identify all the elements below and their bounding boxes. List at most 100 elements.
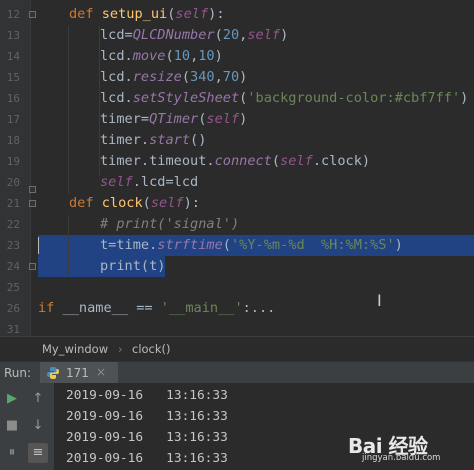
code-text: self.lcd=lcd [100, 172, 198, 193]
code-token: 20 [222, 27, 240, 43]
code-token: setStyleSheet [132, 90, 240, 106]
code-line[interactable]: 21 def clock(self): [0, 193, 474, 214]
code-line[interactable]: 12 def setup_ui(self): [0, 4, 474, 25]
code-token: self [100, 174, 133, 190]
code-token: QLCDNumber [132, 27, 215, 43]
code-token: def [69, 195, 102, 211]
code-token: ) [280, 27, 289, 43]
code-line[interactable]: 18 timer.start() [0, 130, 474, 151]
code-line[interactable]: 31 [0, 319, 474, 336]
close-tab-icon[interactable]: × [96, 365, 106, 379]
run-tab[interactable]: 171 × [40, 362, 118, 384]
code-token: () [190, 132, 207, 148]
code-token: clock [101, 195, 143, 211]
code-line[interactable]: 15 lcd.resize(340,70) [0, 67, 474, 88]
code-editor[interactable]: 12 def setup_ui(self): 13 lcd=QLCDNumber(20… [0, 0, 474, 336]
pause-icon[interactable]: ⏸ [2, 443, 22, 463]
code-token: ( [165, 48, 174, 64]
code-token: timer.timeout. [100, 153, 215, 169]
code-token: '%Y-%m-%d %H:%M:%S' [230, 237, 395, 253]
code-token: def [69, 6, 102, 22]
code-text: timer=QTimer(self) [100, 109, 247, 130]
line-number: 16 [6, 92, 20, 105]
line-number: 25 [6, 281, 20, 294]
console-output-line: 2019-09-16 13:16:33 [66, 430, 228, 445]
code-token: self [175, 6, 209, 22]
breadcrumb: My_window › clock() [0, 336, 474, 361]
code-text: lcd.move(10,10) [100, 46, 223, 67]
code-token: self [247, 27, 281, 43]
code-token: ( [271, 153, 281, 169]
baidu-watermark: Bai 经验 jingyan.baidu.com [348, 430, 440, 463]
code-token: ) [394, 237, 403, 253]
code-line[interactable]: 26 if __name__ == '__main__':... [0, 298, 474, 319]
breadcrumb-class[interactable]: My_window [42, 342, 108, 356]
code-token: 10 [173, 48, 191, 64]
code-text: lcd.setStyleSheet('background-color:#cbf… [100, 88, 468, 109]
soft-wrap-icon[interactable]: ≡ [28, 443, 48, 463]
breadcrumb-separator: › [118, 342, 123, 356]
code-token: strftime [157, 237, 223, 253]
code-token: resize [132, 69, 182, 85]
code-token: # print('signal') [100, 216, 240, 232]
stop-icon[interactable]: ■ [2, 416, 22, 436]
code-line[interactable]: 24 print(t) [0, 256, 474, 277]
code-text: print(t) [100, 256, 165, 277]
code-token: setup_ui [101, 6, 168, 22]
breadcrumb-method[interactable]: clock() [132, 342, 171, 356]
scroll-up-icon[interactable]: ↑ [28, 389, 48, 409]
code-line[interactable]: 13 lcd=QLCDNumber(20,self) [0, 25, 474, 46]
watermark-sub: jingyan.baidu.com [362, 453, 441, 463]
code-line[interactable]: 23 t=time.strftime('%Y-%m-%d %H:%M:%S') [0, 235, 474, 256]
line-number: 24 [6, 260, 20, 273]
code-token: __name__ == [62, 300, 161, 316]
code-line[interactable]: 16 lcd.setStyleSheet('background-color:#c… [0, 88, 474, 109]
code-line[interactable]: 25 [0, 277, 474, 298]
line-number: 19 [6, 155, 20, 168]
code-token: connect [214, 153, 272, 169]
code-token: ): [208, 6, 225, 22]
console-output-line: 2019-09-16 13:16:33 [66, 409, 228, 424]
fold-marker-icon[interactable] [29, 263, 36, 270]
code-line[interactable]: 19 timer.timeout.connect(self.clock) [0, 151, 474, 172]
code-token: lcd. [100, 90, 133, 106]
fold-marker-icon[interactable] [29, 11, 36, 18]
run-tab-label: 171 [66, 366, 89, 380]
code-token: ( [181, 69, 191, 85]
code-token: if [38, 300, 63, 316]
text-caret [38, 237, 39, 254]
line-number: 12 [6, 8, 20, 21]
code-text: def clock(self): [69, 193, 200, 214]
console-output-line: 2019-09-16 13:16:33 [66, 451, 228, 466]
rerun-icon[interactable]: ▶ [2, 389, 22, 409]
code-token: lcd. [100, 48, 133, 64]
code-token: ) [239, 69, 248, 85]
fold-marker-icon[interactable] [29, 200, 36, 207]
code-token: .clock) [312, 153, 371, 169]
code-text: # print('signal') [100, 214, 239, 235]
code-text: if __name__ == '__main__':... [38, 298, 275, 319]
python-icon [47, 367, 59, 379]
code-text: timer.start() [100, 130, 206, 151]
indent-guide [68, 26, 69, 194]
indent-guide [68, 215, 69, 275]
code-line[interactable]: 22 # print('signal') [0, 214, 474, 235]
code-token: ( [142, 195, 151, 211]
code-line[interactable]: 20 self.lcd=lcd [0, 172, 474, 193]
code-token: QTimer [149, 111, 199, 127]
code-token: ) [460, 90, 469, 106]
run-tool-column: ▶ ■ ⏸ ↑ ↓ ≡ [0, 383, 54, 470]
line-number: 31 [6, 323, 20, 336]
code-token: 10 [198, 48, 215, 64]
line-number: 15 [6, 71, 20, 84]
code-token: t=time. [100, 237, 158, 253]
code-token: move [132, 48, 166, 64]
line-number: 14 [6, 50, 20, 63]
line-number: 13 [6, 29, 20, 42]
code-token: self [280, 153, 313, 169]
scroll-down-icon[interactable]: ↓ [28, 416, 48, 436]
fold-marker-icon[interactable] [29, 186, 36, 193]
code-line[interactable]: 17 timer=QTimer(self) [0, 109, 474, 130]
code-line[interactable]: 14 lcd.move(10,10) [0, 46, 474, 67]
line-number: 17 [6, 113, 20, 126]
